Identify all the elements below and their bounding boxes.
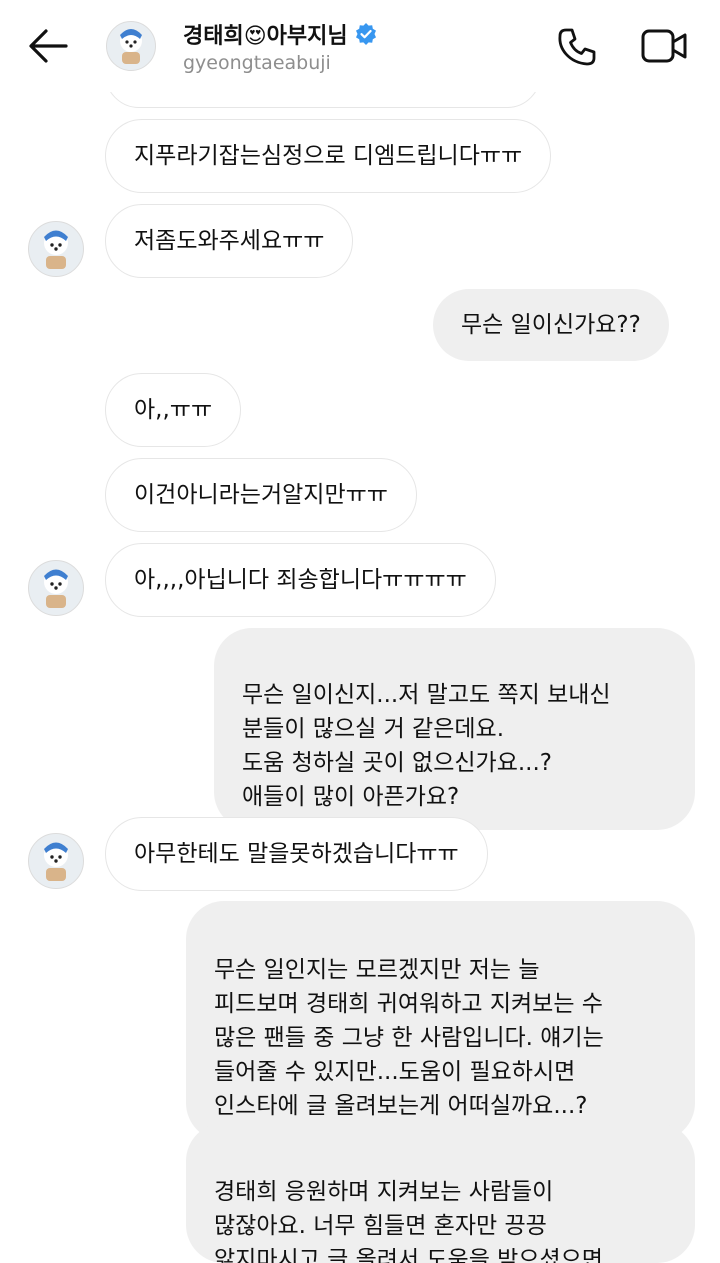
back-arrow-icon[interactable] <box>26 26 72 66</box>
incoming-message: 저좀도와주세요ㅠㅠ <box>105 204 354 278</box>
outgoing-message: 무슨 일이신가요?? <box>433 289 669 361</box>
chat-title[interactable]: 경태희😍아부지님 <box>183 18 378 50</box>
incoming-message: 이건아니라는거알지만ㅠㅠ <box>105 458 417 532</box>
message-text: 아무한테도 말을못하겠습니다ㅠㅠ <box>134 841 459 867</box>
message-text: 아,,ㅠㅠ <box>134 397 213 423</box>
sender-avatar[interactable] <box>28 560 84 616</box>
message-text: 지푸라기잡는심정으로 디엠드립니다ㅠㅠ <box>134 143 523 169</box>
sender-avatar[interactable] <box>28 221 84 277</box>
message-text: 경태희 응원하며 지켜보는 사람들이 많잖아요. 너무 힘들면 혼자만 끙끙 앓… <box>214 1179 603 1263</box>
header-avatar[interactable] <box>106 21 156 71</box>
outgoing-message: 무슨 일이신지...저 말고도 쪽지 보내신 분들이 많으실 거 같은데요. 도… <box>214 628 695 830</box>
incoming-message: 지푸라기잡는심정으로 디엠드립니다ㅠㅠ <box>105 119 552 193</box>
phone-call-icon[interactable] <box>556 26 598 68</box>
message-text: 아,,,,아닙니다 죄송합니다ㅠㅠㅠㅠ <box>134 567 467 593</box>
incoming-message: 아무한테도 말을못하겠습니다ㅠㅠ <box>105 817 488 891</box>
contact-handle: gyeongtaeabuji <box>183 52 331 74</box>
video-call-icon[interactable] <box>640 26 688 66</box>
verified-badge-icon <box>355 23 376 45</box>
sender-avatar[interactable] <box>28 833 84 889</box>
message-text: 무슨 일인지는 모르겠지만 저는 늘 피드보며 경태희 귀여워하고 지켜보는 수… <box>214 957 604 1119</box>
outgoing-message: 경태희 응원하며 지켜보는 사람들이 많잖아요. 너무 힘들면 혼자만 끙끙 앓… <box>186 1123 695 1263</box>
message-text: 저좀도와주세요ㅠㅠ <box>134 228 325 254</box>
incoming-message: 아,,,,아닙니다 죄송합니다ㅠㅠㅠㅠ <box>105 543 496 617</box>
outgoing-message: 무슨 일인지는 모르겠지만 저는 늘 피드보며 경태희 귀여워하고 지켜보는 수… <box>186 901 695 1141</box>
incoming-message: 아,,ㅠㅠ <box>105 373 242 447</box>
message-text: 무슨 일이신가요?? <box>461 312 641 338</box>
contact-name: 경태희😍아부지님 <box>183 24 348 49</box>
message-text: 무슨 일이신지...저 말고도 쪽지 보내신 분들이 많으실 거 같은데요. 도… <box>242 682 611 810</box>
chat-header: 경태희😍아부지님 gyeongtaeabuji <box>0 0 720 92</box>
message-text: 이건아니라는거알지만ㅠㅠ <box>134 482 388 508</box>
